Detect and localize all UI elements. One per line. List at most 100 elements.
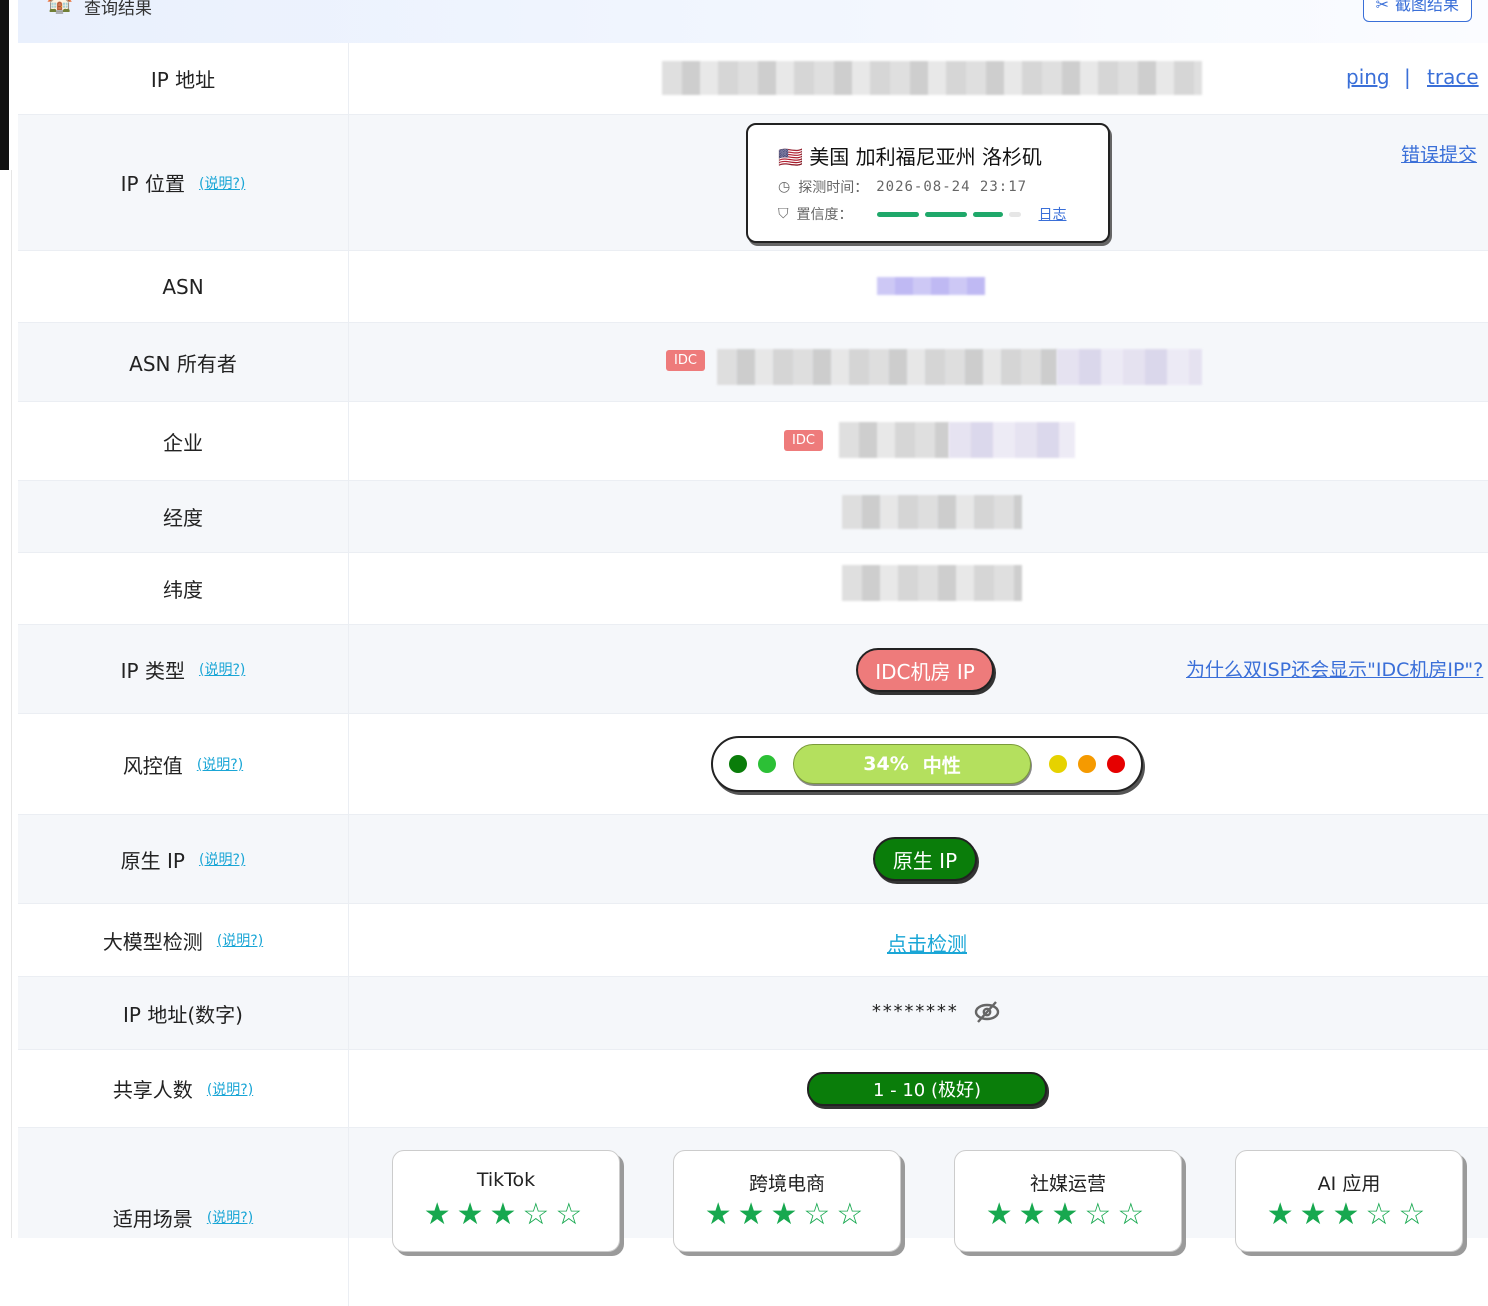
row-location-label-cell: IP 位置 (说明?) (18, 115, 349, 250)
ip-type-help-link[interactable]: (说明?) (199, 659, 245, 679)
shield-check-icon: ⛉ (778, 206, 789, 222)
row-ip-number: IP 地址(数字) ******** (18, 977, 1488, 1050)
ping-link[interactable]: ping (1346, 65, 1390, 89)
risk-dot-1 (729, 755, 747, 773)
longitude-redacted (842, 495, 1022, 529)
ip-type-badge-text: IDC机房 IP (875, 659, 975, 684)
shared-users-text: 1 - 10 (极好) (872, 1080, 982, 1101)
us-flag-icon: 🇺🇸 (778, 145, 803, 169)
asn-owner-idc-tag: IDC (666, 350, 705, 371)
risk-help-link[interactable]: (说明?) (197, 754, 243, 774)
scene-name: TikTok (476, 1169, 536, 1191)
row-shared-label-cell: 共享人数 (说明?) (18, 1050, 349, 1127)
ip-number-masked: ******** (871, 1001, 958, 1022)
link-separator: | (1404, 65, 1411, 89)
scene-name: 社媒运营 (1029, 1173, 1106, 1195)
detect-time-label: 探测时间： (798, 180, 869, 196)
row-ip-label-cell: IP 地址 (18, 43, 349, 114)
confidence-label: 置信度： (796, 207, 853, 223)
row-native: 原生 IP (说明?) 原生 IP (18, 815, 1488, 904)
row-longitude-value (349, 481, 1488, 552)
asn-redacted (877, 277, 985, 295)
row-asn-owner-label: ASN 所有者 (129, 351, 237, 376)
native-ip-badge-text: 原生 IP (892, 848, 958, 873)
result-header: 🏠 查询结果 ✂ 截图结果 (18, 0, 1488, 43)
row-company: 企业 IDC (18, 402, 1488, 481)
location-place-text: 美国 加利福尼亚州 洛杉矶 (809, 145, 1042, 169)
location-help-link[interactable]: (说明?) (199, 173, 245, 193)
row-longitude: 经度 (18, 481, 1488, 553)
llm-detect-link[interactable]: 点击检测 (887, 928, 967, 957)
scene-name: 跨境电商 (748, 1173, 825, 1195)
row-asn-owner: ASN 所有者 IDC (18, 323, 1488, 402)
confidence-line: ⛉ 置信度： 日志 (778, 204, 1067, 224)
row-ip-number-value: ******** (349, 977, 1488, 1049)
row-company-label-cell: 企业 (18, 402, 349, 480)
row-ip-label: IP 地址 (150, 68, 216, 92)
left-edge (0, 0, 9, 170)
latitude-redacted (842, 565, 1022, 601)
asn-owner-redacted-2 (1057, 349, 1202, 385)
screenshot-button-label: 截图结果 (1394, 0, 1459, 14)
row-scenes: 适用场景 (说明?) TikTok ★★★☆☆ 跨境电商 ★★★☆☆ 社媒运营 … (18, 1128, 1488, 1306)
house-icon: 🏠 (46, 0, 74, 15)
row-asn-value (349, 251, 1488, 322)
log-link[interactable]: 日志 (1039, 204, 1067, 224)
ip-type-badge: IDC机房 IP (856, 648, 994, 692)
row-risk-label-cell: 风控值 (说明?) (18, 714, 349, 814)
ip-address-redacted (662, 61, 1202, 95)
detect-time-line: ◷ 探测时间： 2026-08-24 23:17 (778, 177, 1027, 197)
company-redacted-2 (949, 422, 1075, 458)
left-gutter (0, 0, 18, 1238)
row-ip-type-value: IDC机房 IP 为什么双ISP还会显示"IDC机房IP"? (349, 625, 1488, 713)
row-company-label: 企业 (163, 430, 203, 455)
trace-link[interactable]: trace (1427, 65, 1479, 89)
row-ip-number-label-cell: IP 地址(数字) (18, 977, 349, 1049)
scene-stars: ★★★☆☆ (704, 1197, 870, 1232)
risk-dot-4 (1078, 755, 1096, 773)
row-llm-value: 点击检测 (349, 904, 1488, 976)
row-scenes-label: 适用场景 (112, 1206, 193, 1231)
row-ip-type-label-cell: IP 类型 (说明?) (18, 625, 349, 713)
risk-score-bar: 34% 中性 (793, 744, 1031, 784)
eye-off-icon[interactable] (973, 999, 1001, 1029)
row-asn: ASN (18, 251, 1488, 323)
scene-card-ecommerce: 跨境电商 ★★★☆☆ (673, 1150, 901, 1252)
row-asn-owner-label-cell: ASN 所有者 (18, 323, 349, 401)
row-latitude-label-cell: 纬度 (18, 553, 349, 624)
row-shared-label: 共享人数 (112, 1078, 193, 1102)
row-company-value: IDC (349, 402, 1488, 480)
scene-name: AI 应用 (1317, 1173, 1381, 1195)
row-scenes-label-cell: 适用场景 (说明?) (18, 1128, 349, 1306)
company-redacted (839, 422, 949, 458)
row-longitude-label: 经度 (163, 506, 203, 530)
scene-card-ai: AI 应用 ★★★☆☆ (1235, 1150, 1463, 1252)
company-idc-tag: IDC (784, 430, 823, 451)
risk-percent: 34% (863, 753, 909, 775)
row-asn-owner-value: IDC (349, 323, 1488, 401)
error-report-link[interactable]: 错误提交 (1401, 140, 1477, 167)
row-native-label: 原生 IP (120, 848, 185, 873)
risk-level: 中性 (922, 754, 961, 777)
row-ip-type-label: IP 类型 (120, 658, 185, 683)
native-ip-badge: 原生 IP (873, 837, 977, 881)
row-ip-number-label: IP 地址(数字) (123, 1002, 243, 1027)
asn-owner-redacted (717, 349, 1057, 385)
row-latitude-value (349, 553, 1488, 624)
row-llm-label: 大模型检测 (102, 929, 203, 954)
scene-card-tiktok: TikTok ★★★☆☆ (392, 1150, 620, 1252)
why-idc-link[interactable]: 为什么双ISP还会显示"IDC机房IP"? (1186, 655, 1483, 682)
row-shared: 共享人数 (说明?) 1 - 10 (极好) (18, 1050, 1488, 1128)
location-place: 🇺🇸 美国 加利福尼亚州 洛杉矶 (778, 141, 1042, 170)
screenshot-button[interactable]: ✂ 截图结果 (1362, 0, 1472, 22)
shared-help-link[interactable]: (说明?) (207, 1079, 253, 1099)
native-help-link[interactable]: (说明?) (199, 849, 245, 869)
risk-dot-2 (758, 755, 776, 773)
row-native-label-cell: 原生 IP (说明?) (18, 815, 349, 903)
row-asn-label-cell: ASN (18, 251, 349, 322)
row-longitude-label-cell: 经度 (18, 481, 349, 552)
risk-meter: 34% 中性 (711, 736, 1143, 792)
scenes-help-link[interactable]: (说明?) (207, 1207, 253, 1227)
row-latitude: 纬度 (18, 553, 1488, 625)
llm-help-link[interactable]: (说明?) (217, 930, 263, 950)
